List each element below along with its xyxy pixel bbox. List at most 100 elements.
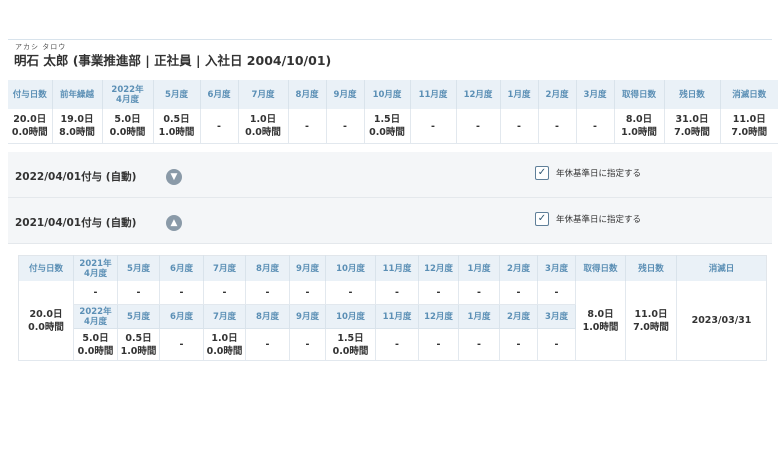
- month-cell: -: [289, 281, 326, 305]
- month-cell: -: [418, 328, 459, 361]
- summary-cell: 19.0日 8.0時間: [52, 109, 103, 144]
- column-header: 消滅日: [676, 255, 767, 281]
- summary-table: 付与日数 前年繰越 2022年 4月度 5月度 6月度 7月度 8月度 9月度 10月度 11月度 1…: [8, 80, 778, 144]
- column-header: 2月度: [499, 255, 538, 281]
- checkmark-icon: ✓: [535, 166, 549, 180]
- column-header: 消滅日数: [720, 80, 778, 109]
- column-header: 10月度: [364, 80, 411, 109]
- grant-section-title: 2022/04/01付与 (自動): [15, 171, 137, 183]
- month-cell: 0.5日 1.0時間: [117, 328, 160, 361]
- column-header: 6月度: [200, 80, 239, 109]
- column-header: 3月度: [537, 304, 576, 329]
- column-header: 11月度: [410, 80, 457, 109]
- summary-cell: 5.0日 0.0時間: [102, 109, 154, 144]
- detail-header-row: 付与日数 2021年 4月度 5月度 6月度 7月度 8月度 9月度 10月度 11月度 12月度 1…: [18, 255, 767, 281]
- summary-cell: -: [410, 109, 457, 144]
- month-cell: -: [117, 281, 160, 305]
- column-header: 2月度: [538, 80, 577, 109]
- summary-cell: -: [288, 109, 327, 144]
- month-cell: -: [159, 328, 204, 361]
- employee-name-line: 明石 太郎 (事業推進部 | 正社員 | 入社日 2004/10/01): [14, 53, 332, 68]
- column-header: 9月度: [289, 304, 326, 329]
- column-header: 取得日数: [614, 80, 665, 109]
- month-cell: -: [73, 281, 118, 305]
- month-cell: -: [537, 328, 576, 361]
- column-header: 3月度: [576, 80, 615, 109]
- column-header: 1月度: [458, 255, 500, 281]
- summary-cell: 1.5日 0.0時間: [364, 109, 411, 144]
- column-header: 10月度: [325, 255, 376, 281]
- grant-section-title: 2021/04/01付与 (自動): [15, 217, 137, 229]
- column-header: 11月度: [375, 304, 419, 329]
- month-cell: -: [499, 281, 538, 305]
- column-header: 5月度: [117, 304, 160, 329]
- summary-cell: 8.0日 1.0時間: [614, 109, 665, 144]
- month-cell: -: [203, 281, 246, 305]
- column-header: 7月度: [203, 255, 246, 281]
- column-header: 前年繰越: [52, 80, 103, 109]
- grant-section-2022: 2022/04/01付与 (自動) ▼ ✓ 年休基準日に指定する: [8, 152, 772, 198]
- month-cell: -: [537, 281, 576, 305]
- column-header: 9月度: [289, 255, 326, 281]
- column-header: 6月度: [159, 255, 204, 281]
- column-header: 5月度: [117, 255, 160, 281]
- column-header: 8月度: [245, 255, 290, 281]
- summary-cell: 20.0日 0.0時間: [8, 109, 53, 144]
- chevron-up-icon[interactable]: ▲: [166, 215, 182, 231]
- column-header: 8月度: [288, 80, 327, 109]
- summary-cell: -: [538, 109, 577, 144]
- month-cell: -: [375, 281, 419, 305]
- column-header: 9月度: [326, 80, 365, 109]
- expiry-date-cell: 2023/03/31: [676, 281, 767, 361]
- month-cell: -: [375, 328, 419, 361]
- column-header: 1月度: [500, 80, 539, 109]
- column-header: 12月度: [418, 255, 459, 281]
- summary-header-row: 付与日数 前年繰越 2022年 4月度 5月度 6月度 7月度 8月度 9月度 10月度 11月度 1…: [8, 80, 778, 109]
- column-header: 残日数: [664, 80, 721, 109]
- column-header: 付与日数: [8, 80, 53, 109]
- month-cell: -: [245, 328, 290, 361]
- month-cell: 1.5日 0.0時間: [325, 328, 376, 361]
- chevron-down-icon[interactable]: ▼: [166, 169, 182, 185]
- column-header: 1月度: [458, 304, 500, 329]
- summary-cell: -: [456, 109, 501, 144]
- grant-section-2021: 2021/04/01付与 (自動) ▲ ✓ 年休基準日に指定する: [8, 198, 772, 244]
- summary-cell: 1.0日 0.0時間: [238, 109, 289, 144]
- column-header: 7月度: [203, 304, 246, 329]
- column-header: 8月度: [245, 304, 290, 329]
- detail-prev-year-row: 20.0日 0.0時間 - - - - - - - - - - - -8.0日 1.0時間 11.0日 7.0時…: [18, 281, 767, 361]
- remaining-days-cell: 11.0日 7.0時間: [625, 281, 677, 361]
- summary-cell: -: [576, 109, 615, 144]
- column-header: 2022年 4月度: [73, 304, 118, 329]
- month-cell: -: [418, 281, 459, 305]
- month-cell: -: [325, 281, 376, 305]
- detail-table: 付与日数 2021年 4月度 5月度 6月度 7月度 8月度 9月度 10月度 11月度 12月度 1…: [18, 255, 767, 361]
- column-header: 取得日数: [575, 255, 626, 281]
- grant-days-cell: 20.0日 0.0時間: [18, 281, 74, 361]
- column-header: 2021年 4月度: [73, 255, 118, 281]
- month-cell: -: [458, 281, 500, 305]
- column-header: 10月度: [325, 304, 376, 329]
- column-header: 12月度: [456, 80, 501, 109]
- column-header: 2月度: [499, 304, 538, 329]
- header-divider: [8, 39, 772, 40]
- base-date-checkbox[interactable]: ✓ 年休基準日に指定する: [535, 212, 641, 226]
- column-header: 3月度: [537, 255, 576, 281]
- base-date-checkbox[interactable]: ✓ 年休基準日に指定する: [535, 166, 641, 180]
- checkmark-icon: ✓: [535, 212, 549, 226]
- month-cell: 5.0日 0.0時間: [73, 328, 118, 361]
- month-cell: -: [159, 281, 204, 305]
- column-header: 11月度: [375, 255, 419, 281]
- summary-cell: 11.0日 7.0時間: [720, 109, 778, 144]
- summary-cell: -: [500, 109, 539, 144]
- month-cell: -: [245, 281, 290, 305]
- checkbox-label: 年休基準日に指定する: [556, 215, 642, 225]
- summary-cell: -: [326, 109, 365, 144]
- summary-data-row: 20.0日 0.0時間 19.0日 8.0時間 5.0日 0.0時間 0.5日 1.0時間 -1…: [8, 109, 778, 144]
- month-cell: -: [458, 328, 500, 361]
- acquired-days-cell: 8.0日 1.0時間: [575, 281, 626, 361]
- column-header: 12月度: [418, 304, 459, 329]
- checkbox-label: 年休基準日に指定する: [556, 169, 642, 179]
- column-header: 5月度: [153, 80, 201, 109]
- column-header: 付与日数: [18, 255, 74, 281]
